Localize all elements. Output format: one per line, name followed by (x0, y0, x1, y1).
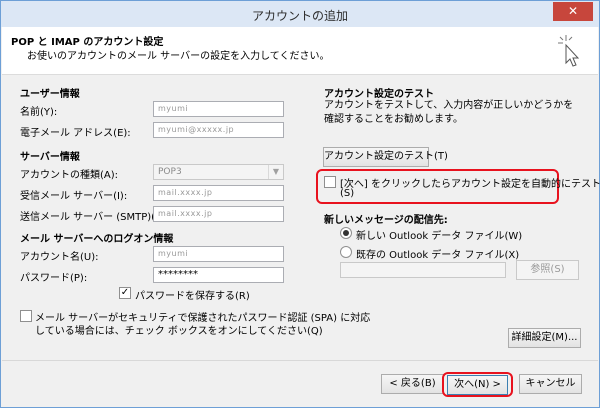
auto-test-label-line2: (S) (340, 188, 355, 199)
new-data-file-label: 新しい Outlook データ ファイル(W) (356, 231, 523, 242)
password-label: パスワード(P): (20, 273, 88, 284)
name-label: 名前(Y): (20, 107, 58, 118)
incoming-server-label: 受信メール サーバー(I): (20, 191, 128, 202)
auto-test-label-line1: [次へ] をクリックしたらアカウント設定を自動的にテストする (340, 179, 600, 190)
account-name-field[interactable]: myumi (153, 246, 284, 262)
dialog-header: POP と IMAP のアカウント設定 お使いのアカウントのメール サーバーの設… (2, 27, 598, 75)
auto-test-checkbox[interactable] (324, 176, 336, 188)
browse-button[interactable]: 参照(S) (516, 260, 579, 280)
back-button[interactable]: < 戻る(B) (381, 374, 444, 394)
delivery-heading: 新しいメッセージの配信先: (324, 215, 448, 226)
outgoing-server-field[interactable]: mail.xxxx.jp (153, 206, 284, 222)
footer-divider (2, 360, 598, 361)
incoming-server-field[interactable]: mail.xxxx.jp (153, 185, 284, 201)
click-cursor-icon (558, 35, 580, 67)
advanced-settings-button[interactable]: 詳細設定(M)... (508, 328, 581, 348)
account-dialog: アカウントの追加 ✕ POP と IMAP のアカウント設定 お使いのアカウント… (0, 0, 600, 408)
name-field[interactable]: myumi (153, 101, 284, 117)
save-password-label: パスワードを保存する(R) (135, 291, 250, 302)
header-subtitle: お使いのアカウントのメール サーバーの設定を入力してください。 (27, 51, 330, 62)
account-type-select[interactable]: POP3 ▼ (153, 164, 284, 180)
test-description: アカウントをテストして、入力内容が正しいかどうかを確認することをお勧めします。 (324, 100, 574, 125)
test-account-button[interactable]: アカウント設定のテスト(T) (323, 147, 448, 167)
data-file-path-field[interactable] (340, 262, 506, 278)
email-label: 電子メール アドレス(E): (20, 128, 131, 139)
account-type-label: アカウントの種類(A): (20, 170, 119, 181)
existing-data-file-label: 既存の Outlook データ ファイル(X) (356, 250, 520, 261)
save-password-checkbox[interactable]: ✓ (119, 287, 131, 299)
existing-data-file-radio[interactable] (340, 246, 352, 258)
password-field[interactable]: ******** (153, 267, 284, 283)
user-info-heading: ユーザー情報 (20, 89, 80, 100)
next-button[interactable]: 次へ(N) > (447, 375, 508, 395)
spa-label-line2: している場合には、チェック ボックスをオンにしてください(Q) (35, 326, 323, 337)
header-title: POP と IMAP のアカウント設定 (11, 37, 164, 48)
logon-info-heading: メール サーバーへのログオン情報 (20, 234, 174, 245)
window-title: アカウントの追加 (251, 9, 348, 23)
server-info-heading: サーバー情報 (20, 152, 80, 163)
close-button[interactable]: ✕ (553, 2, 593, 21)
account-name-label: アカウント名(U): (20, 252, 99, 263)
cancel-button[interactable]: キャンセル (519, 374, 582, 394)
chevron-down-icon: ▼ (268, 165, 283, 179)
spa-checkbox[interactable] (20, 310, 32, 322)
new-data-file-radio[interactable] (340, 227, 352, 239)
email-field[interactable]: myumi@xxxxx.jp (153, 122, 284, 138)
title-bar: アカウントの追加 ✕ (1, 1, 599, 27)
test-heading: アカウント設定のテスト (324, 89, 434, 100)
outgoing-server-label: 送信メール サーバー (SMTP)(O): (20, 212, 171, 223)
